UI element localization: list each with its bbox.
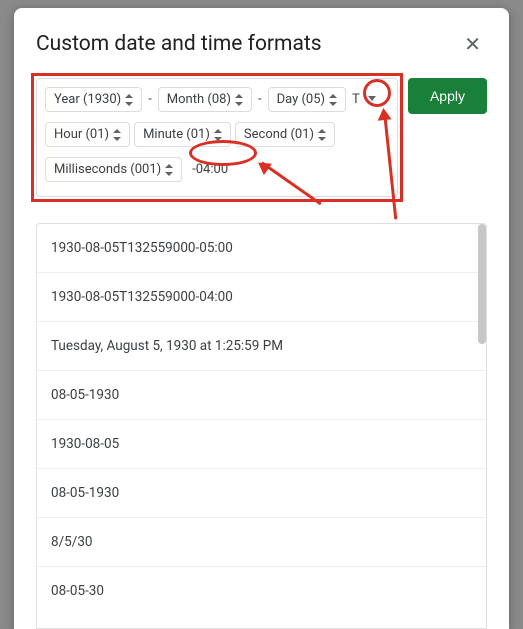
chip-month[interactable]: Month (08) <box>158 87 252 112</box>
chip-hour[interactable]: Hour (01) <box>45 122 130 147</box>
format-option[interactable]: 1930-08-05T132559000-04:00 <box>37 272 486 321</box>
chip-second[interactable]: Second (01) <box>235 122 335 147</box>
chip-year[interactable]: Year (1930) <box>45 87 142 112</box>
format-row: Year (1930) - Month (08) - Day (05) T Ho… <box>36 78 487 197</box>
literal-timezone[interactable]: -04:00 <box>186 160 234 179</box>
separator-dash: - <box>146 92 154 107</box>
chip-label: Month (08) <box>167 92 231 107</box>
format-input[interactable]: Year (1930) - Month (08) - Day (05) T Ho… <box>36 78 398 197</box>
list-scroll[interactable]: 1930-08-05T132559000-05:00 1930-08-05T13… <box>37 224 486 615</box>
custom-format-dialog: Custom date and time formats ✕ Year (193… <box>14 8 509 629</box>
chip-label: Second (01) <box>244 127 314 142</box>
sort-icon <box>318 129 326 141</box>
format-option[interactable]: 1930-08-05 <box>37 419 486 468</box>
sort-icon <box>125 94 133 106</box>
close-icon[interactable]: ✕ <box>458 28 487 60</box>
literal-T[interactable]: T <box>350 92 362 107</box>
chip-minute[interactable]: Minute (01) <box>134 122 231 147</box>
chip-label: Milliseconds (001) <box>54 162 161 177</box>
sort-icon <box>165 164 173 176</box>
format-chips: Year (1930) - Month (08) - Day (05) T Ho… <box>45 87 389 188</box>
chip-ms[interactable]: Milliseconds (001) <box>45 157 182 182</box>
dialog-title: Custom date and time formats <box>36 32 322 56</box>
scrollbar-thumb[interactable] <box>478 224 486 344</box>
chip-label: Day (05) <box>277 92 325 107</box>
chip-label: Minute (01) <box>143 127 210 142</box>
chevron-down-icon[interactable] <box>368 96 376 101</box>
format-option[interactable]: 8/5/30 <box>37 517 486 566</box>
sort-icon <box>214 129 222 141</box>
separator-dash: - <box>256 92 264 107</box>
chip-label: Hour (01) <box>54 127 109 142</box>
sort-icon <box>113 129 121 141</box>
sort-icon <box>235 94 243 106</box>
chip-day[interactable]: Day (05) <box>268 87 346 112</box>
sort-icon <box>329 94 337 106</box>
chip-label: Year (1930) <box>54 92 121 107</box>
format-option[interactable]: 08-05-1930 <box>37 370 486 419</box>
format-option[interactable]: Tuesday, August 5, 1930 at 1:25:59 PM <box>37 321 486 370</box>
format-options-list: 1930-08-05T132559000-05:00 1930-08-05T13… <box>36 223 487 629</box>
format-option[interactable]: 1930-08-05T132559000-05:00 <box>37 224 486 272</box>
apply-button[interactable]: Apply <box>408 78 487 114</box>
dialog-header: Custom date and time formats ✕ <box>36 28 487 60</box>
format-option[interactable]: 08-05-1930 <box>37 468 486 517</box>
format-option[interactable]: 08-05-30 <box>37 566 486 615</box>
